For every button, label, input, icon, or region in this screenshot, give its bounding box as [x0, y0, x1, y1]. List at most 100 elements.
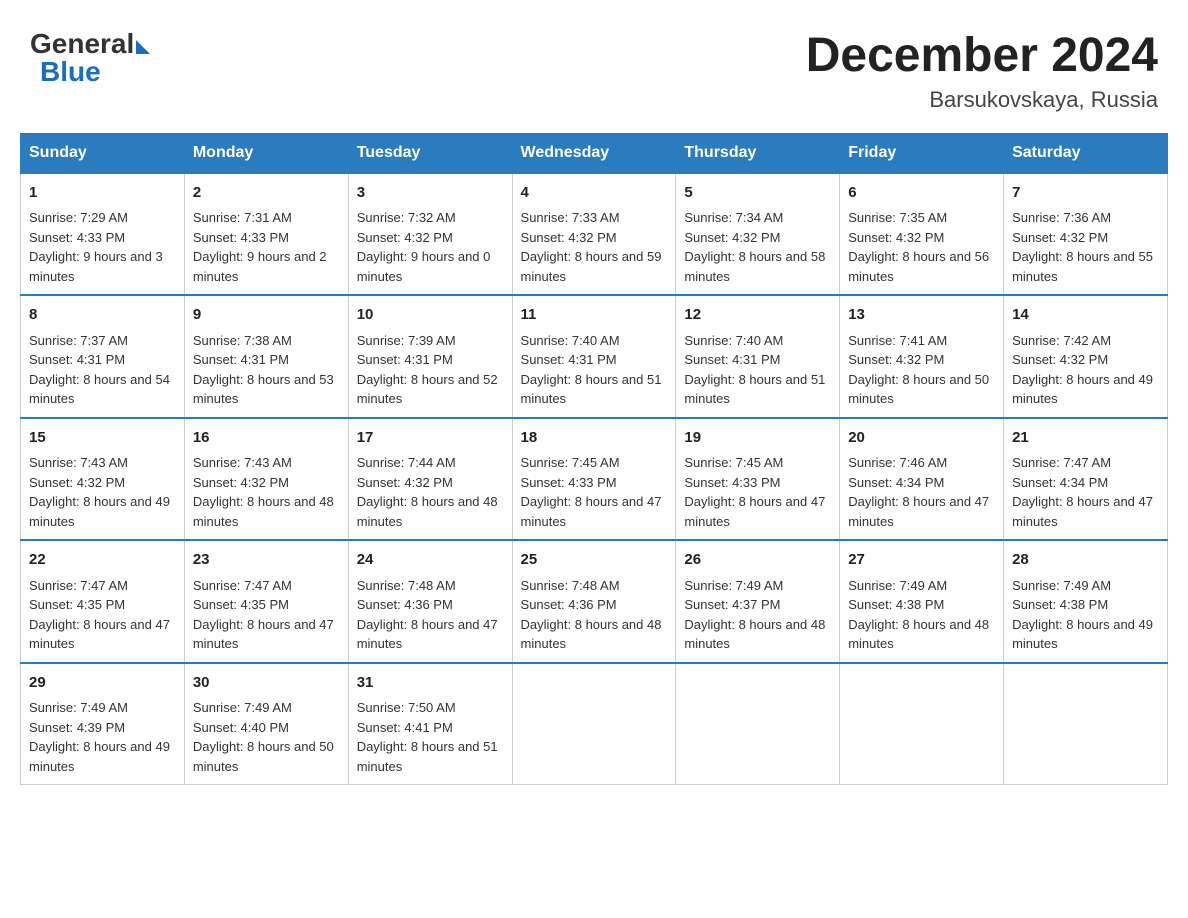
sunset-text: Sunset: 4:40 PM [193, 720, 289, 735]
sunrise-text: Sunrise: 7:46 AM [848, 455, 947, 470]
logo-triangle-icon [136, 40, 150, 54]
sunrise-text: Sunrise: 7:38 AM [193, 333, 292, 348]
title-block: December 2024 Barsukovskaya, Russia [806, 30, 1158, 113]
sunset-text: Sunset: 4:33 PM [684, 475, 780, 490]
daylight-text: Daylight: 8 hours and 59 minutes [521, 249, 662, 284]
calendar-cell: 10 Sunrise: 7:39 AM Sunset: 4:31 PM Dayl… [348, 295, 512, 418]
sunrise-text: Sunrise: 7:47 AM [193, 578, 292, 593]
calendar-cell: 15 Sunrise: 7:43 AM Sunset: 4:32 PM Dayl… [21, 418, 185, 541]
day-number: 31 [357, 672, 504, 695]
day-number: 11 [521, 304, 668, 327]
daylight-text: Daylight: 8 hours and 49 minutes [1012, 372, 1153, 407]
calendar-cell: 5 Sunrise: 7:34 AM Sunset: 4:32 PM Dayli… [676, 173, 840, 296]
col-saturday: Saturday [1004, 133, 1168, 173]
calendar-cell: 7 Sunrise: 7:36 AM Sunset: 4:32 PM Dayli… [1004, 173, 1168, 296]
calendar-cell: 29 Sunrise: 7:49 AM Sunset: 4:39 PM Dayl… [21, 663, 185, 785]
daylight-text: Daylight: 8 hours and 48 minutes [521, 617, 662, 652]
calendar-cell: 22 Sunrise: 7:47 AM Sunset: 4:35 PM Dayl… [21, 540, 185, 663]
sunrise-text: Sunrise: 7:40 AM [684, 333, 783, 348]
day-number: 26 [684, 549, 831, 572]
daylight-text: Daylight: 8 hours and 53 minutes [193, 372, 334, 407]
calendar-cell: 16 Sunrise: 7:43 AM Sunset: 4:32 PM Dayl… [184, 418, 348, 541]
sunrise-text: Sunrise: 7:48 AM [357, 578, 456, 593]
day-number: 6 [848, 182, 995, 205]
day-number: 2 [193, 182, 340, 205]
calendar-cell: 20 Sunrise: 7:46 AM Sunset: 4:34 PM Dayl… [840, 418, 1004, 541]
calendar-cell: 17 Sunrise: 7:44 AM Sunset: 4:32 PM Dayl… [348, 418, 512, 541]
daylight-text: Daylight: 8 hours and 48 minutes [684, 617, 825, 652]
calendar-cell: 21 Sunrise: 7:47 AM Sunset: 4:34 PM Dayl… [1004, 418, 1168, 541]
sunrise-text: Sunrise: 7:32 AM [357, 210, 456, 225]
page-title: December 2024 [806, 30, 1158, 83]
sunrise-text: Sunrise: 7:45 AM [684, 455, 783, 470]
sunrise-text: Sunrise: 7:42 AM [1012, 333, 1111, 348]
day-number: 25 [521, 549, 668, 572]
daylight-text: Daylight: 8 hours and 47 minutes [848, 494, 989, 529]
sunrise-text: Sunrise: 7:35 AM [848, 210, 947, 225]
calendar-cell: 2 Sunrise: 7:31 AM Sunset: 4:33 PM Dayli… [184, 173, 348, 296]
daylight-text: Daylight: 8 hours and 47 minutes [521, 494, 662, 529]
sunrise-text: Sunrise: 7:36 AM [1012, 210, 1111, 225]
calendar-cell: 18 Sunrise: 7:45 AM Sunset: 4:33 PM Dayl… [512, 418, 676, 541]
day-number: 15 [29, 427, 176, 450]
calendar-cell: 9 Sunrise: 7:38 AM Sunset: 4:31 PM Dayli… [184, 295, 348, 418]
sunset-text: Sunset: 4:38 PM [848, 597, 944, 612]
daylight-text: Daylight: 8 hours and 49 minutes [29, 494, 170, 529]
calendar-week-row: 15 Sunrise: 7:43 AM Sunset: 4:32 PM Dayl… [21, 418, 1168, 541]
day-number: 13 [848, 304, 995, 327]
calendar-cell: 19 Sunrise: 7:45 AM Sunset: 4:33 PM Dayl… [676, 418, 840, 541]
daylight-text: Daylight: 8 hours and 48 minutes [848, 617, 989, 652]
sunset-text: Sunset: 4:37 PM [684, 597, 780, 612]
calendar-cell: 27 Sunrise: 7:49 AM Sunset: 4:38 PM Dayl… [840, 540, 1004, 663]
sunrise-text: Sunrise: 7:43 AM [193, 455, 292, 470]
daylight-text: Daylight: 8 hours and 54 minutes [29, 372, 170, 407]
calendar-cell: 28 Sunrise: 7:49 AM Sunset: 4:38 PM Dayl… [1004, 540, 1168, 663]
sunrise-text: Sunrise: 7:39 AM [357, 333, 456, 348]
day-number: 21 [1012, 427, 1159, 450]
day-number: 10 [357, 304, 504, 327]
sunset-text: Sunset: 4:32 PM [848, 230, 944, 245]
daylight-text: Daylight: 8 hours and 47 minutes [684, 494, 825, 529]
logo: General Blue [30, 30, 150, 86]
calendar-cell: 4 Sunrise: 7:33 AM Sunset: 4:32 PM Dayli… [512, 173, 676, 296]
day-number: 3 [357, 182, 504, 205]
col-wednesday: Wednesday [512, 133, 676, 173]
sunrise-text: Sunrise: 7:49 AM [29, 700, 128, 715]
sunrise-text: Sunrise: 7:40 AM [521, 333, 620, 348]
day-number: 8 [29, 304, 176, 327]
sunrise-text: Sunrise: 7:49 AM [1012, 578, 1111, 593]
calendar-cell: 13 Sunrise: 7:41 AM Sunset: 4:32 PM Dayl… [840, 295, 1004, 418]
sunrise-text: Sunrise: 7:34 AM [684, 210, 783, 225]
day-number: 1 [29, 182, 176, 205]
calendar-week-row: 1 Sunrise: 7:29 AM Sunset: 4:33 PM Dayli… [21, 173, 1168, 296]
daylight-text: Daylight: 8 hours and 51 minutes [521, 372, 662, 407]
sunrise-text: Sunrise: 7:47 AM [29, 578, 128, 593]
logo-text-general: General [30, 30, 134, 58]
calendar-cell: 25 Sunrise: 7:48 AM Sunset: 4:36 PM Dayl… [512, 540, 676, 663]
calendar-cell [1004, 663, 1168, 785]
sunset-text: Sunset: 4:41 PM [357, 720, 453, 735]
sunrise-text: Sunrise: 7:37 AM [29, 333, 128, 348]
daylight-text: Daylight: 8 hours and 47 minutes [1012, 494, 1153, 529]
day-number: 20 [848, 427, 995, 450]
sunset-text: Sunset: 4:31 PM [29, 352, 125, 367]
sunrise-text: Sunrise: 7:50 AM [357, 700, 456, 715]
sunrise-text: Sunrise: 7:44 AM [357, 455, 456, 470]
sunrise-text: Sunrise: 7:49 AM [193, 700, 292, 715]
sunset-text: Sunset: 4:32 PM [357, 230, 453, 245]
day-number: 28 [1012, 549, 1159, 572]
sunset-text: Sunset: 4:32 PM [193, 475, 289, 490]
sunrise-text: Sunrise: 7:48 AM [521, 578, 620, 593]
day-number: 9 [193, 304, 340, 327]
calendar-cell: 6 Sunrise: 7:35 AM Sunset: 4:32 PM Dayli… [840, 173, 1004, 296]
col-friday: Friday [840, 133, 1004, 173]
calendar-week-row: 22 Sunrise: 7:47 AM Sunset: 4:35 PM Dayl… [21, 540, 1168, 663]
sunset-text: Sunset: 4:32 PM [1012, 230, 1108, 245]
sunset-text: Sunset: 4:32 PM [848, 352, 944, 367]
page-header: General Blue December 2024 Barsukovskaya… [20, 20, 1168, 113]
sunrise-text: Sunrise: 7:49 AM [848, 578, 947, 593]
day-number: 17 [357, 427, 504, 450]
sunrise-text: Sunrise: 7:31 AM [193, 210, 292, 225]
calendar-cell: 3 Sunrise: 7:32 AM Sunset: 4:32 PM Dayli… [348, 173, 512, 296]
col-tuesday: Tuesday [348, 133, 512, 173]
